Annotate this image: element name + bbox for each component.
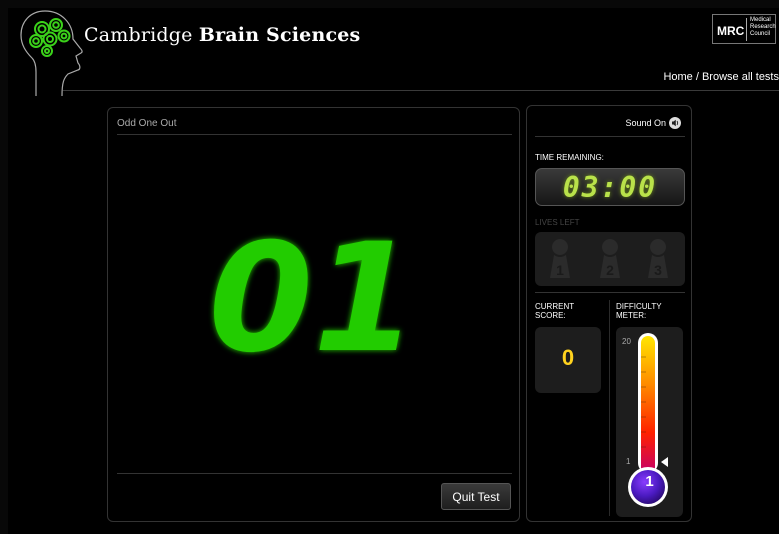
- countdown-number: 01: [209, 222, 418, 362]
- life-number: 1: [556, 262, 564, 278]
- panel-divider: [117, 473, 512, 474]
- speaker-icon: [669, 117, 681, 129]
- brand-regular: Cambridge: [84, 24, 193, 46]
- brain-head-logo: [20, 10, 83, 97]
- brand-bold: Brain Sciences: [198, 24, 361, 46]
- mrc-logo-separator: [746, 18, 747, 41]
- score-label-line: CURRENT: [535, 302, 575, 311]
- meter-label-line: METER:: [616, 311, 647, 320]
- time-remaining-label: TIME REMAINING:: [535, 153, 604, 162]
- score-value: 0: [561, 345, 575, 370]
- mrc-logo-sub: Medical Research Council: [750, 17, 776, 38]
- header-divider: [63, 90, 779, 91]
- score-box: 0: [535, 327, 601, 393]
- sound-label: Sound On: [625, 118, 666, 128]
- mrc-logo[interactable]: MRC Medical Research Council: [712, 14, 776, 44]
- difficulty-meter-label: DIFFICULTY METER:: [616, 302, 662, 320]
- side-divider: [535, 292, 685, 293]
- lives-box: 1 2 3: [535, 232, 685, 286]
- life-number: 2: [606, 262, 614, 278]
- timer-display: 03:00: [535, 168, 685, 206]
- test-panel: Odd One Out 01 Quit Test: [107, 107, 520, 522]
- meter-max-label: 20: [622, 337, 631, 346]
- meter-label-line: DIFFICULTY: [616, 302, 662, 311]
- mrc-logo-main: MRC: [717, 24, 745, 38]
- meter-level-value: 1: [645, 473, 654, 490]
- mrc-sub-line: Medical: [750, 17, 771, 23]
- nav-links[interactable]: Home / Browse all tests: [663, 71, 779, 83]
- mrc-sub-line: Research: [750, 24, 776, 30]
- current-score-label: CURRENT SCORE:: [535, 302, 574, 320]
- side-panel: Sound On TIME REMAINING: 03:00 LIVES LEF…: [526, 105, 692, 522]
- test-title: Odd One Out: [117, 118, 177, 129]
- life-number: 3: [654, 262, 662, 278]
- level-marker: [661, 457, 668, 467]
- countdown-digits: 01: [209, 222, 418, 362]
- side-divider: [535, 136, 685, 137]
- timer-value: 03:00: [562, 171, 658, 204]
- difficulty-meter: 20 1 1: [616, 327, 683, 517]
- side-column-divider: [609, 300, 610, 516]
- lives-left-label: LIVES LEFT: [535, 218, 580, 227]
- pawn-icon: 3: [648, 239, 668, 278]
- page: Cambridge Brain Sciences MRC Medical Res…: [8, 8, 779, 534]
- panel-divider: [117, 134, 512, 135]
- site-title[interactable]: Cambridge Brain Sciences: [84, 24, 360, 46]
- quit-test-button[interactable]: Quit Test: [441, 483, 511, 510]
- pawn-icon: 1: [550, 239, 570, 278]
- mrc-sub-line: Council: [750, 31, 771, 37]
- meter-min-label: 1: [626, 457, 631, 466]
- sound-toggle[interactable]: Sound On: [625, 117, 681, 129]
- score-label-line: SCORE:: [535, 311, 566, 320]
- pawn-icon: 2: [600, 239, 620, 278]
